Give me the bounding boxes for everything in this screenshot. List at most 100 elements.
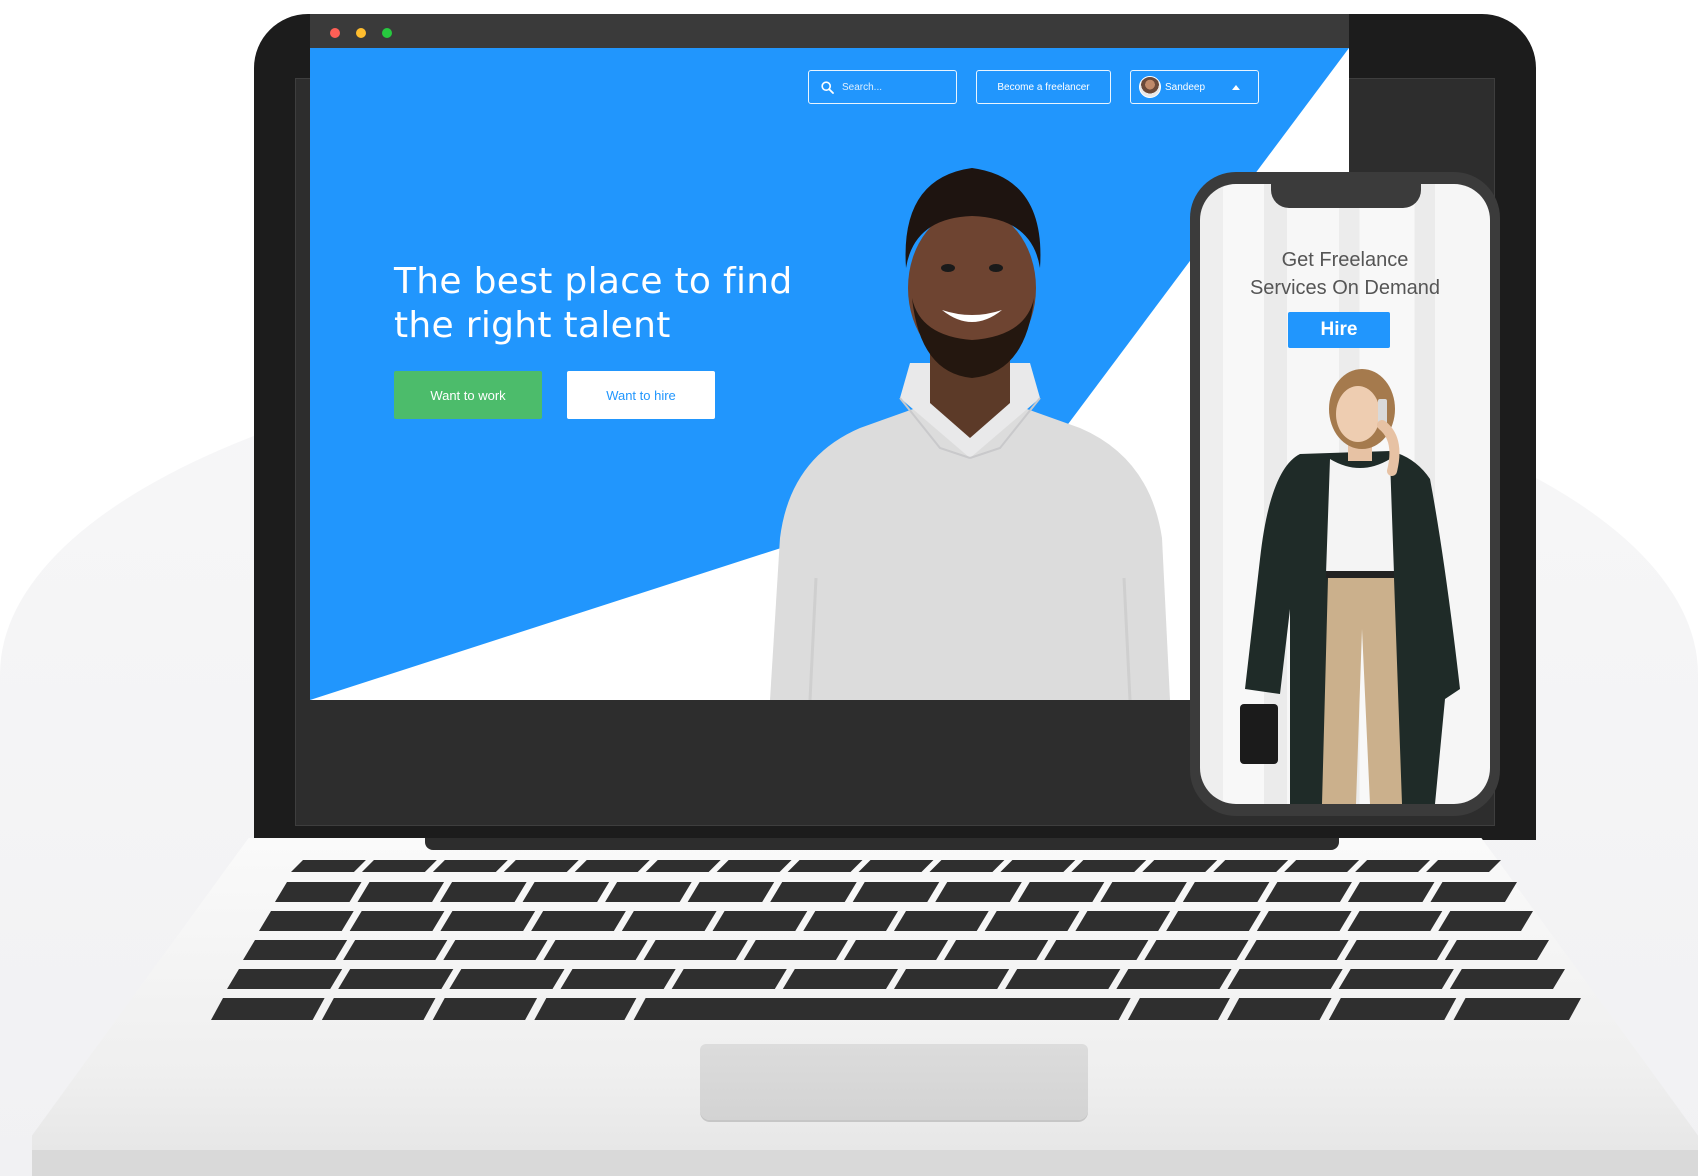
keyboard-key [843, 940, 949, 960]
keyboard-key [803, 911, 898, 931]
keyboard-key [1449, 969, 1565, 989]
keyboard-key [227, 969, 343, 989]
keyboard-key [1426, 860, 1501, 872]
keyboard-key [1344, 940, 1449, 960]
hero-man-photo [770, 168, 1170, 700]
keyboard-key [1338, 969, 1454, 989]
user-name: Sandeep [1165, 81, 1206, 93]
keyboard-key [440, 911, 536, 931]
keyboard-key [440, 882, 527, 902]
keyboard-key [787, 860, 863, 872]
laptop-trackpad [700, 1044, 1088, 1120]
keyboard-key [357, 882, 445, 902]
keyboard-key [894, 969, 1010, 989]
keyboard-key [534, 998, 637, 1020]
keyboard-key [852, 882, 940, 902]
user-avatar [1139, 76, 1161, 98]
keyboard-key [645, 860, 721, 872]
keyboard-key [1142, 860, 1218, 872]
keyboard-key [1328, 998, 1457, 1020]
keyboard-key [984, 911, 1080, 931]
keyboard-key [671, 969, 787, 989]
keyboard-key [338, 969, 454, 989]
keyboard-key [770, 882, 857, 902]
keyboard-key [1444, 940, 1549, 960]
keyboard-key [211, 998, 325, 1020]
search-box[interactable]: Search... [808, 70, 957, 104]
keyboard-key [574, 860, 650, 872]
phone-hire-button[interactable]: Hire [1288, 312, 1390, 348]
window-close-dot[interactable] [330, 28, 340, 38]
keyboard-key [1075, 911, 1171, 931]
laptop-keyboard [211, 860, 1581, 1020]
keyboard-key [1227, 998, 1332, 1020]
keyboard-key [687, 882, 775, 902]
keyboard-key [343, 940, 448, 960]
laptop-hinge [425, 838, 1339, 850]
keyboard-key [1182, 882, 1270, 902]
keyboard-key [361, 860, 437, 872]
keyboard-key [712, 911, 808, 931]
keyboard-key [432, 998, 538, 1020]
keyboard-key [560, 969, 676, 989]
keyboard-key [543, 940, 648, 960]
phone-headline: Get Freelance Services On Demand [1200, 246, 1490, 302]
keyboard-key [275, 882, 362, 902]
keyboard-key [1000, 860, 1076, 872]
keyboard-key [449, 969, 565, 989]
keyboard-key [1017, 882, 1105, 902]
window-minimize-dot[interactable] [356, 28, 366, 38]
keyboard-key [782, 969, 898, 989]
keyboard-key [894, 911, 989, 931]
keyboard-key [1005, 969, 1121, 989]
keyboard-key [1284, 860, 1360, 872]
keyboard-key [1256, 911, 1352, 931]
keyboard-key [1144, 940, 1249, 960]
keyboard-key [443, 940, 548, 960]
keyboard-key [1044, 940, 1149, 960]
keyboard-key [944, 940, 1049, 960]
phone-headline-line-1: Get Freelance [1281, 249, 1409, 271]
become-freelancer-button[interactable]: Become a freelancer [976, 70, 1111, 104]
user-menu[interactable]: Sandeep [1130, 70, 1259, 104]
keyboard-key [1166, 911, 1261, 931]
keyboard-key [1227, 969, 1343, 989]
keyboard-key [929, 860, 1005, 872]
keyboard-key [522, 882, 610, 902]
search-placeholder: Search... [842, 81, 883, 93]
want-to-hire-button[interactable]: Want to hire [567, 371, 715, 419]
keyboard-key [503, 860, 579, 872]
keyboard-key [1453, 998, 1581, 1020]
keyboard-key [1355, 860, 1431, 872]
keyboard-key [243, 940, 348, 960]
keyboard-key [1071, 860, 1147, 872]
keyboard-key [1347, 911, 1443, 931]
keyboard-key [858, 860, 934, 872]
phone-headline-line-2: Services On Demand [1249, 277, 1441, 299]
keyboard-key [743, 940, 848, 960]
keyboard-key [321, 998, 436, 1020]
keyboard-key [1347, 882, 1435, 902]
browser-title-bar [310, 14, 1349, 48]
keyboard-key [432, 860, 508, 872]
laptop-base-edge [32, 1150, 1698, 1176]
keyboard-key [1244, 940, 1349, 960]
keyboard-key [716, 860, 792, 872]
window-maximize-dot[interactable] [382, 28, 392, 38]
keyboard-key [643, 940, 748, 960]
phone-notch [1271, 182, 1421, 208]
keyboard-key [605, 882, 692, 902]
caret-up-icon [1232, 85, 1240, 90]
phone-woman-photo [1240, 369, 1460, 804]
keyboard-key [1430, 882, 1517, 902]
keyboard-key [935, 882, 1022, 902]
want-to-work-button[interactable]: Want to work [394, 371, 542, 419]
keyboard-key [349, 911, 445, 931]
keyboard-key [633, 998, 1131, 1020]
keyboard-key [1116, 969, 1232, 989]
keyboard-key [621, 911, 717, 931]
keyboard-key [1265, 882, 1352, 902]
keyboard-key [1127, 998, 1230, 1020]
keyboard-key [531, 911, 626, 931]
keyboard-key [291, 860, 366, 872]
